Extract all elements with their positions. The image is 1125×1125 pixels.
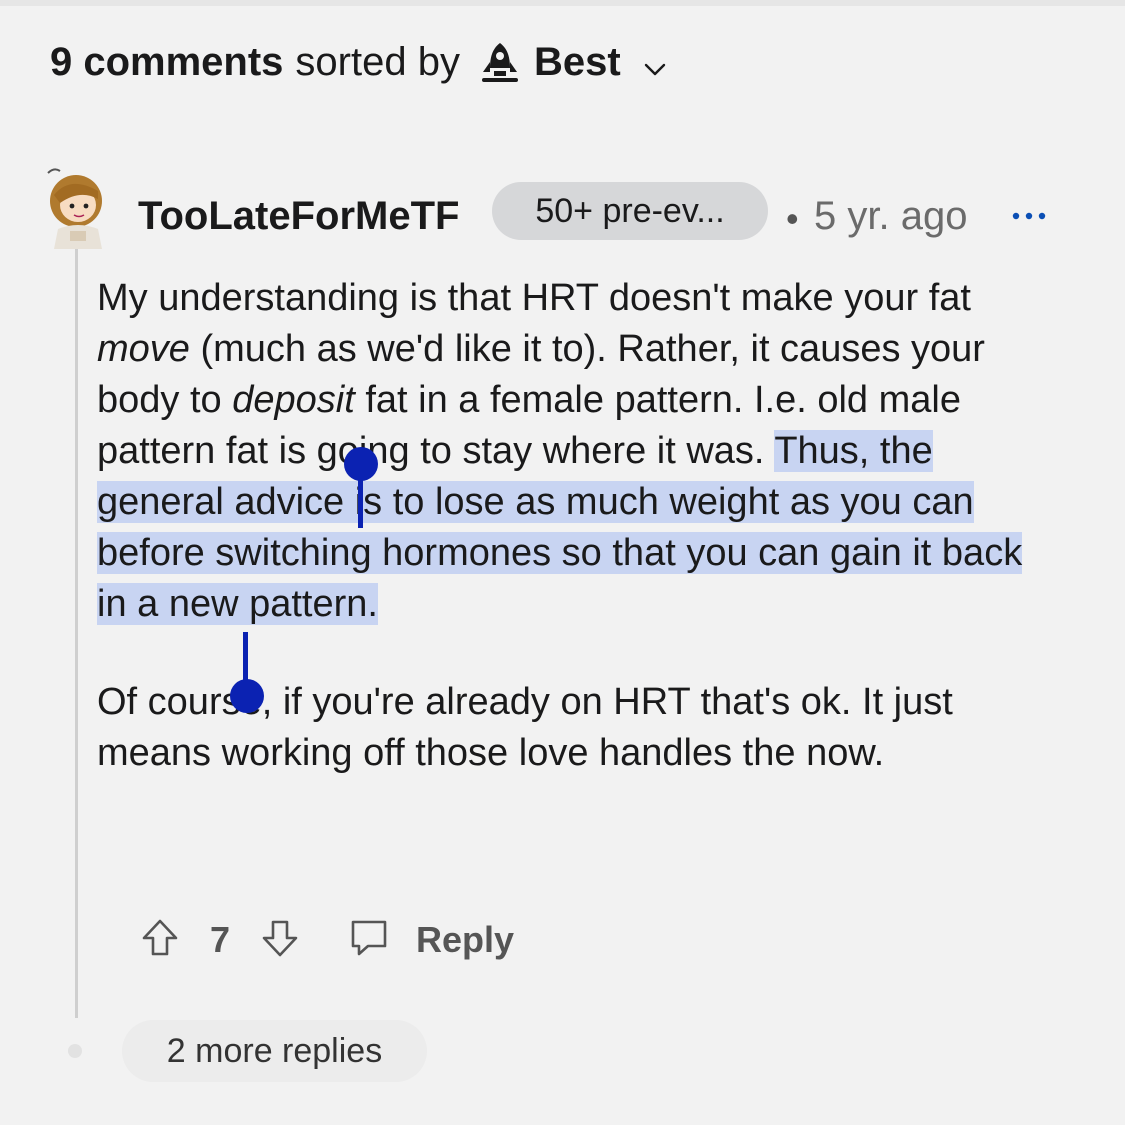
selection-end-handle[interactable] [230,679,264,713]
body-emphasis: move [97,328,190,370]
comment-bubble-icon [348,917,390,964]
chevron-down-icon[interactable] [641,48,669,76]
sorted-by-label: sorted by [295,39,460,84]
sort-bar[interactable]: 9 comments sorted by Best [50,38,669,86]
comment-paragraph-1: My understanding is that HRT doesn't mak… [97,273,1057,630]
reply-label: Reply [416,919,515,960]
vote-count: 7 [210,919,231,960]
comment-timestamp: 5 yr. ago [814,194,968,238]
reply-button[interactable]: Reply [348,917,514,964]
comment-author[interactable]: TooLateForMeTF [138,194,459,239]
sort-value[interactable]: Best [534,40,621,85]
user-flair: 50+ pre-ev... [492,182,768,240]
thread-line[interactable] [75,248,78,1018]
comment-actions: 7 Reply [140,914,514,966]
top-divider [0,0,1125,6]
body-emphasis: deposit [232,379,355,421]
downvote-icon[interactable] [260,916,300,965]
thread-end-dot [68,1044,82,1058]
selection-start-handle[interactable] [344,447,378,481]
rocket-icon [480,40,520,84]
comment-count: 9 comments [50,39,284,84]
more-options-icon[interactable] [1010,200,1050,230]
selection-start-caret [358,478,363,528]
avatar[interactable] [40,165,120,249]
body-text-run: My understanding is that HRT doesn't mak… [97,277,971,319]
selection-end-caret [243,632,248,682]
more-replies-button[interactable]: 2 more replies [122,1020,427,1082]
separator-dot: • [786,198,799,239]
upvote-icon[interactable] [140,916,180,965]
